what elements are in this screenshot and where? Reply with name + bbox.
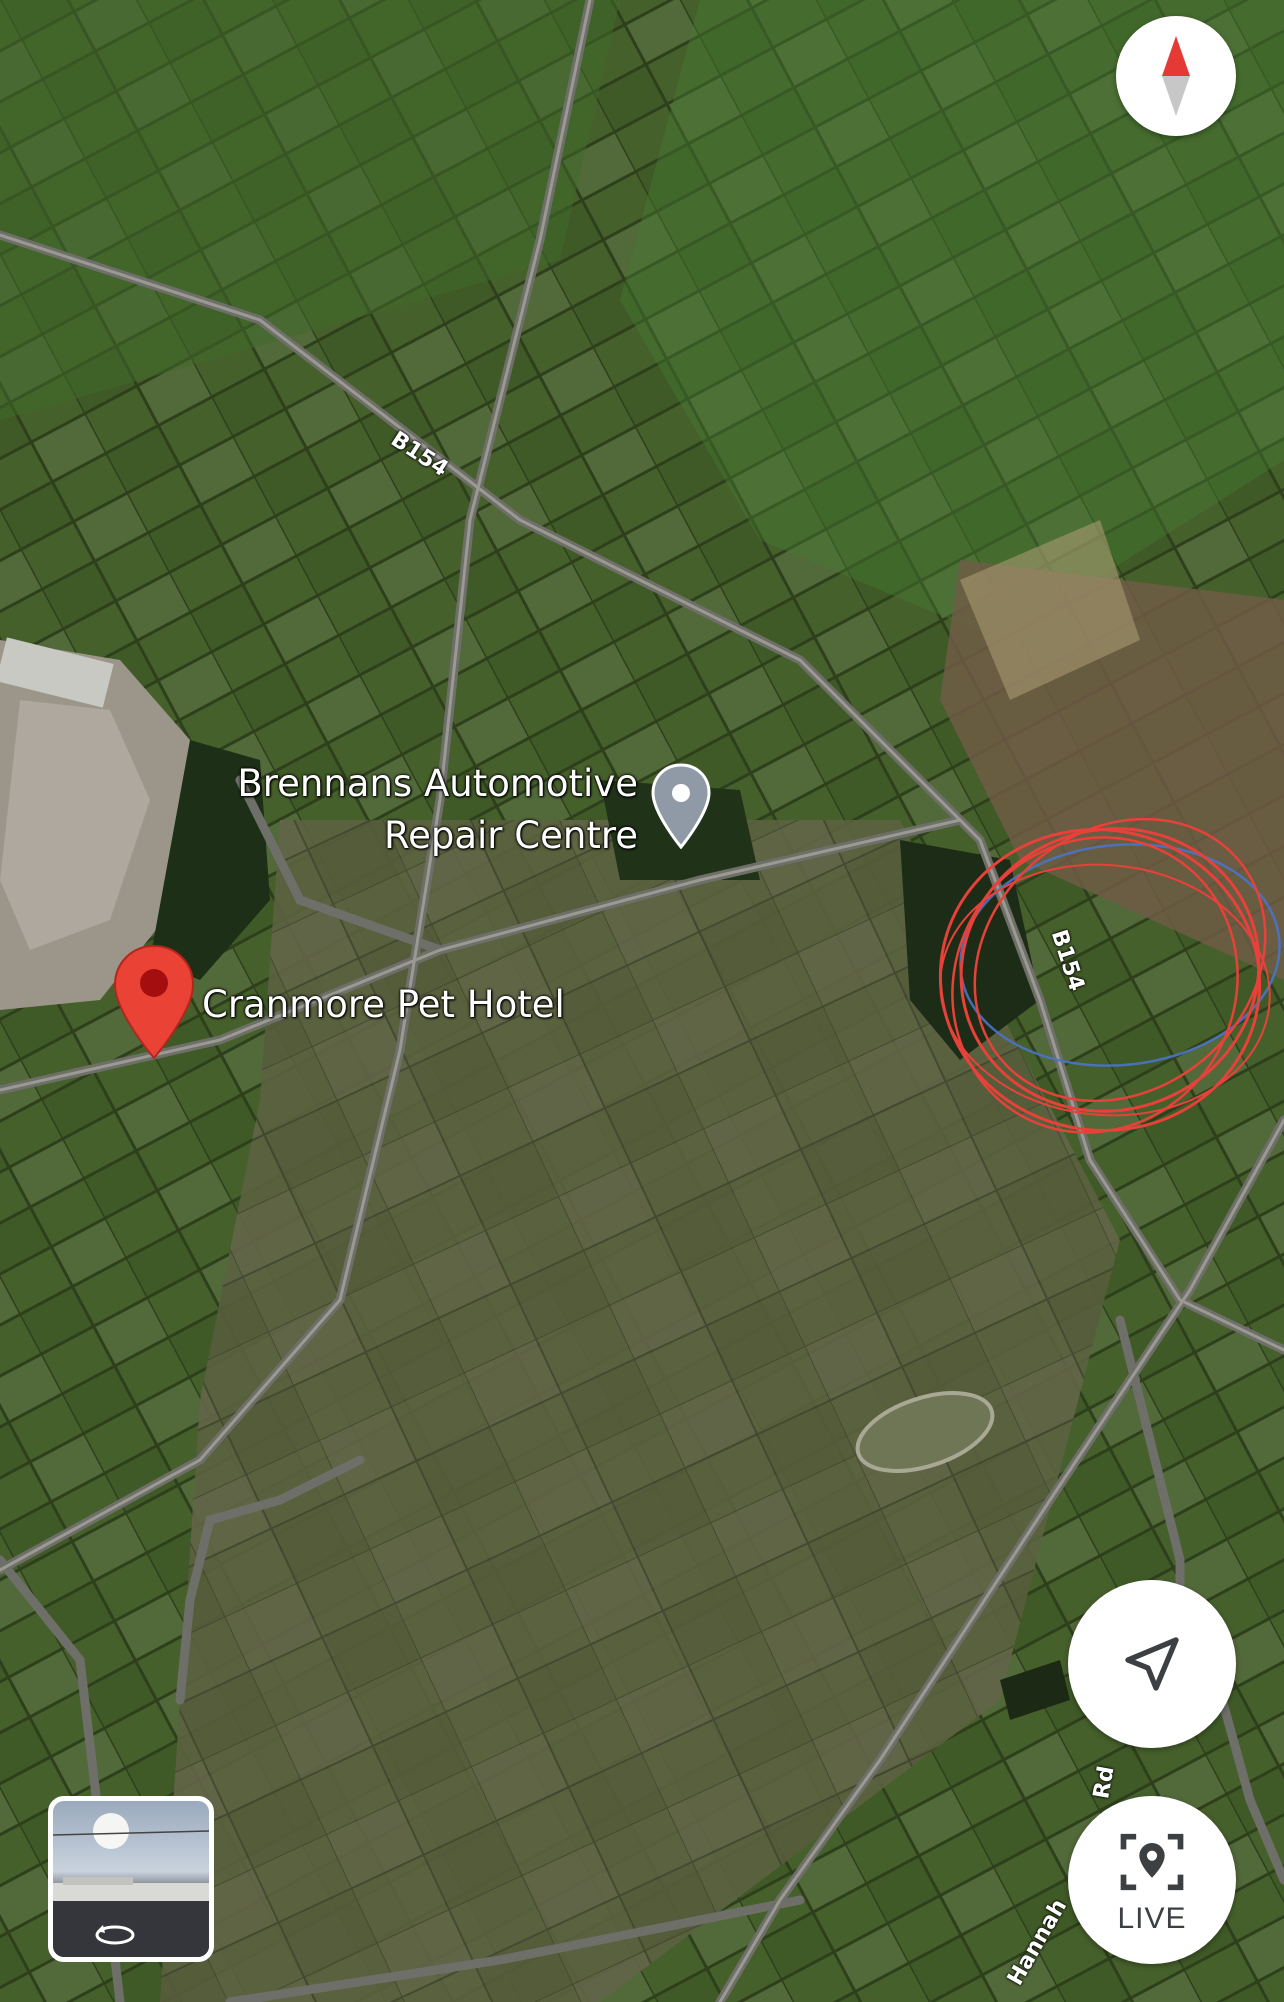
live-view-pin-icon — [1120, 1833, 1184, 1891]
streetview-thumbnail[interactable] — [48, 1796, 214, 1962]
rotate-360-icon — [95, 1925, 135, 1945]
red-selected-pin-icon[interactable] — [112, 944, 196, 1060]
place-label-line: Repair Centre — [384, 814, 638, 857]
live-label: LIVE — [1117, 1902, 1187, 1935]
live-view-button[interactable]: LIVE — [1068, 1796, 1236, 1964]
navigation-arrow-icon — [1125, 1637, 1179, 1691]
place-label-cranmore[interactable]: Cranmore Pet Hotel — [202, 983, 565, 1026]
compass-icon — [1162, 36, 1190, 116]
place-label-brennans[interactable]: Brennans Automotive Repair Centre — [232, 758, 638, 862]
gray-place-pin-icon[interactable] — [650, 763, 712, 849]
compass-button[interactable] — [1116, 16, 1236, 136]
my-location-button[interactable] — [1068, 1580, 1236, 1748]
place-label-line: Brennans Automotive — [237, 762, 638, 805]
